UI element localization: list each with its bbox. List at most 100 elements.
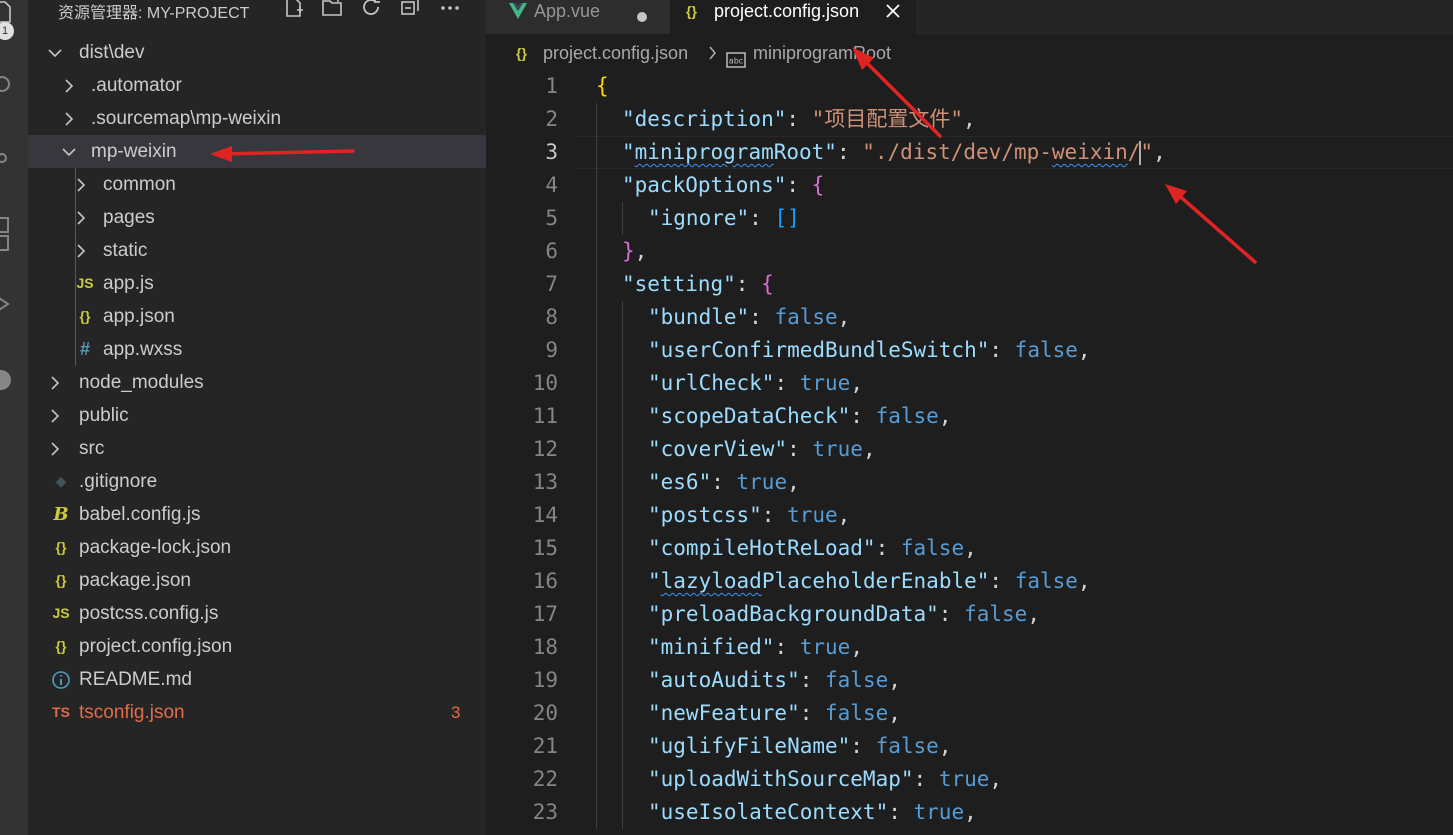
code-line[interactable]: {	[596, 70, 609, 103]
spelling-squiggle: lazyload	[660, 569, 762, 593]
code-line[interactable]: "uglifyFileName": false,	[648, 730, 951, 763]
chevron-right-icon	[50, 399, 64, 432]
folder-dist-dev[interactable]: dist\dev	[28, 36, 486, 69]
breadcrumb-symbol[interactable]: miniprogramRoot	[753, 36, 891, 70]
code-token: ,	[837, 503, 851, 527]
code-token: :	[850, 734, 876, 758]
code-token: :	[761, 503, 788, 527]
folder-automator[interactable]: .automator	[28, 69, 486, 102]
run-icon[interactable]	[0, 292, 12, 316]
line-number: 14	[532, 503, 558, 527]
code-line[interactable]: "newFeature": false,	[648, 697, 901, 730]
code-line[interactable]: "es6": true,	[648, 466, 800, 499]
chevron-right-icon	[76, 201, 90, 234]
code-line[interactable]: "preloadBackgroundData": false,	[648, 598, 1040, 631]
code-line[interactable]: "ignore": []	[648, 202, 800, 235]
code-token: :	[913, 767, 939, 791]
folder-sourcemap-mp-weixin[interactable]: .sourcemap\mp-weixin	[28, 102, 486, 135]
file-app-js[interactable]: JS app.js	[28, 267, 486, 300]
code-line[interactable]: "miniprogramRoot": "./dist/dev/mp-weixin…	[622, 136, 1166, 169]
collapse-all-icon[interactable]	[398, 0, 422, 20]
code-token: []	[774, 206, 800, 230]
file-app-json[interactable]: {} app.json	[28, 300, 486, 333]
code-token: :	[735, 272, 762, 296]
editor-area: App.vue {} project.config.json {} projec…	[486, 0, 1453, 835]
code-token: "lazyloadPlaceholderEnable"	[648, 569, 990, 593]
folder-common[interactable]: common	[28, 168, 486, 201]
chevron-right-icon	[50, 432, 64, 465]
tree-item-label: .automator	[91, 75, 182, 96]
code-line[interactable]: "userConfirmedBundleSwitch": false,	[648, 334, 1091, 367]
more-icon[interactable]	[438, 0, 462, 20]
babel-file-icon: B	[53, 504, 69, 525]
file-babel-config-js[interactable]: Bbabel.config.js	[28, 498, 486, 531]
folder-static[interactable]: static	[28, 234, 486, 267]
folder-mp-weixin[interactable]: mp-weixin	[28, 135, 486, 168]
folder-pages[interactable]: pages	[28, 201, 486, 234]
line-number: 15	[532, 536, 558, 560]
code-line[interactable]: "scopeDataCheck": false,	[648, 400, 951, 433]
account-icon[interactable]	[0, 366, 11, 390]
code-line[interactable]: "useIsolateContext": true,	[648, 796, 977, 829]
code-editor[interactable]: 1{2 "description": "项目配置文件", 3 "miniprogram…	[486, 70, 1453, 835]
code-token: "minified"	[648, 635, 775, 659]
code-token: ,	[964, 536, 977, 560]
json-icon: {}	[516, 45, 527, 61]
tab-label: App.vue	[534, 1, 601, 21]
tree-item-label: static	[103, 240, 148, 261]
code-token: }	[622, 239, 635, 263]
new-folder-icon[interactable]	[320, 0, 344, 20]
new-file-icon[interactable]	[282, 0, 306, 20]
file-project-config-json[interactable]: {} project.config.json	[28, 630, 486, 663]
code-line[interactable]: },	[622, 235, 647, 268]
code-token: :	[787, 437, 813, 461]
file-tsconfig-json[interactable]: TS tsconfig.json 3	[28, 696, 486, 729]
code-line[interactable]: "uploadWithSourceMap": true,	[648, 763, 1002, 796]
code-line[interactable]: "bundle": false,	[648, 301, 850, 334]
file-package-lock-json[interactable]: {} package-lock.json	[28, 531, 486, 564]
code-token: false	[875, 734, 939, 758]
file-app-wxss[interactable]: # app.wxss	[28, 333, 486, 366]
code-line[interactable]: "minified": true,	[648, 631, 863, 664]
js-file-icon: JS	[76, 275, 94, 291]
code-token: ,	[888, 701, 901, 725]
source-control-icon[interactable]	[0, 146, 12, 170]
code-line[interactable]: "packOptions": {	[622, 169, 824, 202]
breadcrumb-file[interactable]: project.config.json	[543, 36, 688, 70]
tab-project-config-json[interactable]: {} project.config.json	[670, 0, 916, 34]
close-icon[interactable]	[884, 2, 902, 25]
refresh-icon[interactable]	[359, 0, 383, 20]
code-token: ,	[634, 239, 648, 263]
line-number: 17	[532, 602, 558, 626]
code-line[interactable]: "compileHotReLoad": false,	[648, 532, 977, 565]
line-number: 20	[532, 701, 558, 725]
file-package-json[interactable]: {} package.json	[28, 564, 486, 597]
code-line[interactable]: "postcss": true,	[648, 499, 850, 532]
line-number: 9	[545, 338, 558, 362]
code-token: "uploadWithSourceMap"	[648, 767, 914, 791]
search-icon[interactable]	[0, 72, 12, 96]
files-icon[interactable]	[0, 0, 14, 24]
code-token: true	[799, 635, 851, 659]
tree-item-label: node_modules	[79, 372, 204, 393]
code-line[interactable]: "lazyloadPlaceholderEnable": false,	[648, 565, 1091, 598]
file-readme-md[interactable]: README.md	[28, 663, 486, 696]
code-line[interactable]: "autoAudits": false,	[648, 664, 901, 697]
code-line[interactable]: "coverView": true,	[648, 433, 876, 466]
code-token: ,	[962, 107, 976, 131]
tree-item-label: project.config.json	[79, 636, 233, 657]
code-line[interactable]: "setting": {	[622, 268, 774, 301]
file-postcss-config-js[interactable]: JS postcss.config.js	[28, 597, 486, 630]
folder-public[interactable]: public	[28, 399, 486, 432]
folder-src[interactable]: src	[28, 432, 486, 465]
folder-node-modules[interactable]: node_modules	[28, 366, 486, 399]
code-line[interactable]: "urlCheck": true,	[648, 367, 863, 400]
tab-app-vue[interactable]: App.vue	[486, 0, 670, 34]
file-gitignore[interactable]: ◆ .gitignore	[28, 465, 486, 498]
code-line[interactable]: "description": "项目配置文件",	[622, 103, 976, 136]
tree-item-label: postcss.config.js	[79, 603, 219, 624]
code-token: "preloadBackgroundData"	[648, 602, 939, 626]
code-token: "setting"	[622, 272, 736, 296]
chevron-right-icon	[76, 234, 90, 267]
extensions-icon[interactable]	[0, 216, 12, 251]
